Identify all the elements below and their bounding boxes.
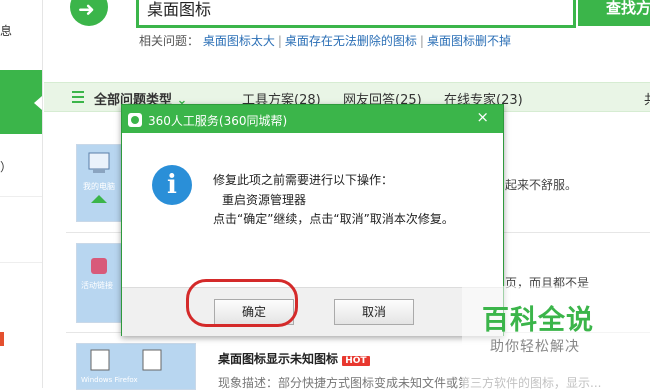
close-icon[interactable]: × — [476, 108, 489, 126]
thumbnail-2[interactable]: 活动链接 — [76, 243, 122, 323]
left-sidebar: 息 ） — [0, 0, 43, 388]
thumb-label-2: 活动链接 — [81, 280, 113, 290]
cancel-button[interactable]: 取消 — [334, 299, 414, 325]
hot-badge: HOT — [342, 356, 370, 366]
left-marker — [0, 332, 4, 346]
watermark-subtitle: 助你轻松解决 — [490, 339, 580, 355]
row-snippet-1: 起来不舒服。 — [505, 178, 578, 192]
back-button[interactable]: ➜ — [70, 0, 108, 26]
search-button[interactable]: 查找方 — [578, 0, 650, 26]
related-label: 相关问题： — [139, 34, 200, 48]
row-title-text[interactable]: 桌面图标显示未知图标 — [218, 352, 338, 366]
unknown-file-icon: Windows Firefox — [81, 349, 162, 384]
dialog-window: 360人工服务(360同城帮) × i 修复此项之前需要进行以下操作： 重启资源… — [121, 104, 504, 336]
left-text-2: ） — [0, 160, 13, 174]
divider — [0, 196, 42, 197]
arrow-left-icon: ➜ — [78, 0, 95, 21]
dialog-message-2: 重启资源管理器 — [222, 193, 307, 207]
dialog-message-1: 修复此项之前需要进行以下操作： — [213, 173, 394, 187]
search-box[interactable] — [136, 0, 576, 28]
left-active-arrow-icon — [34, 96, 42, 110]
related-questions: 相关问题： 桌面图标太大 | 桌面存在无法删除的图标 | 桌面图标删不掉 — [139, 34, 511, 48]
divider — [0, 262, 42, 263]
category-more: 共 — [644, 89, 650, 108]
related-link-1[interactable]: 桌面图标太大 — [203, 34, 275, 48]
dialog-title: 360人工服务(360同城帮) — [148, 114, 288, 128]
highlight-circle — [186, 279, 298, 327]
left-text-1: 息 — [0, 24, 13, 38]
shortcut-icon: 活动链接 — [81, 258, 113, 290]
info-icon: i — [152, 165, 192, 205]
thumb-label-1: 我的电脑 — [83, 181, 115, 191]
computer-icon: 我的电脑 — [83, 152, 115, 203]
related-link-2[interactable]: 桌面存在无法删除的图标 — [285, 34, 417, 48]
thumbnail-3[interactable]: Windows Firefox — [76, 343, 196, 390]
thumb-label-3: Windows Firefox — [81, 376, 138, 384]
dialog-titlebar[interactable]: 360人工服务(360同城帮) × — [122, 105, 503, 133]
watermark-title: 百科全说 — [482, 305, 594, 336]
watermark: 百科全说 助你轻松解决 — [462, 286, 650, 388]
search-input[interactable] — [145, 0, 569, 23]
dialog-message-3: 点击“确定”继续，点击“取消”取消本次修复。 — [213, 212, 454, 226]
360-logo-icon — [128, 113, 142, 127]
dialog-footer: 确定 取消 — [122, 287, 503, 336]
list-icon — [72, 91, 84, 103]
thumbnail-1[interactable]: 我的电脑 — [76, 144, 122, 222]
row-title-3[interactable]: 桌面图标显示未知图标 HOT — [218, 350, 370, 367]
related-link-3[interactable]: 桌面图标删不掉 — [427, 34, 511, 48]
